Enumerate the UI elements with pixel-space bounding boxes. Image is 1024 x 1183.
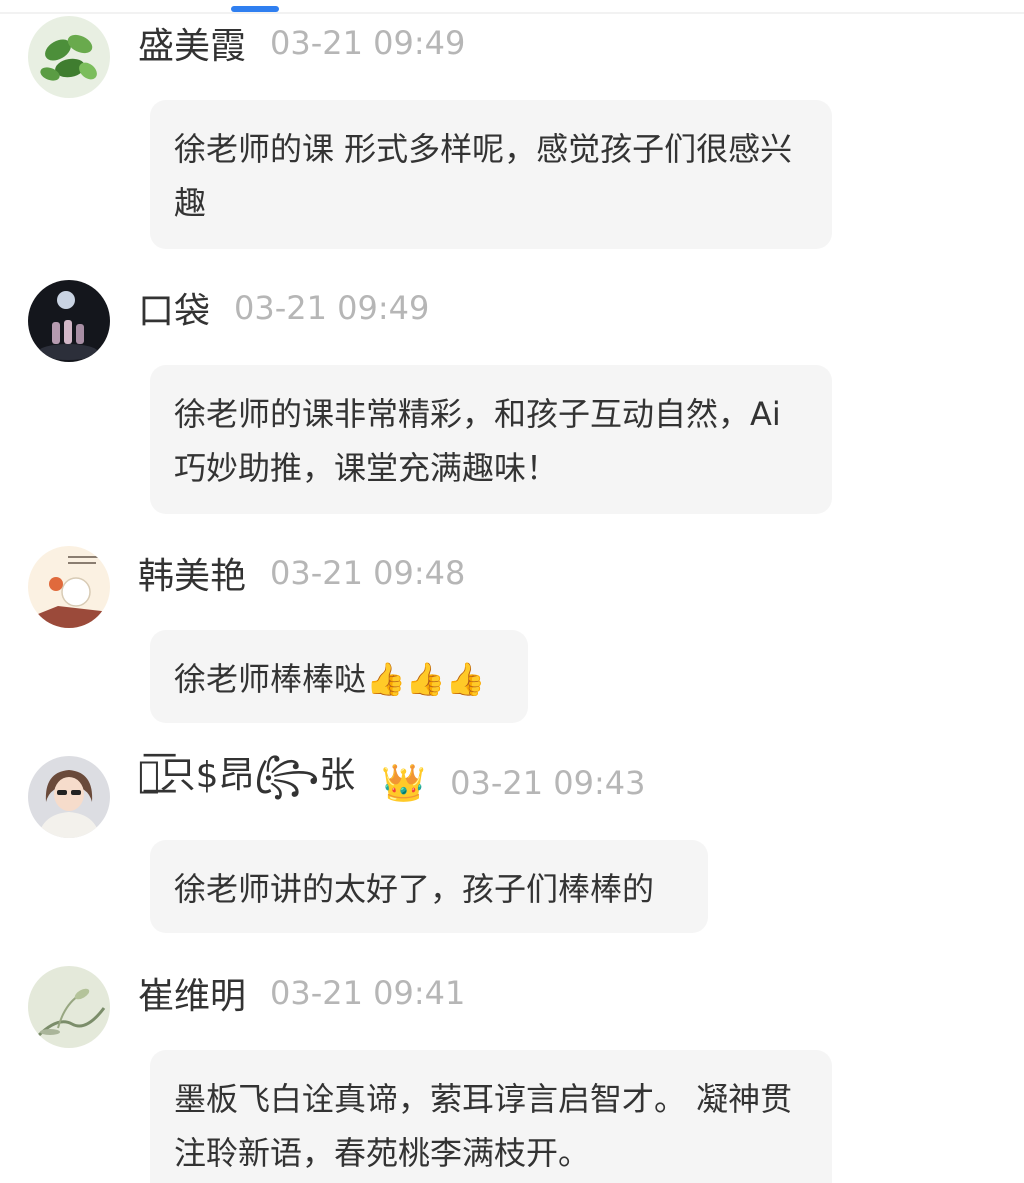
comment-author[interactable]: 盛美霞	[138, 17, 246, 69]
comment-time: 03-21 09:49	[234, 289, 430, 327]
comment-text: 徐老师讲的太好了，孩子们棒棒的	[174, 870, 655, 908]
comment-author[interactable]: ꦿ͟͟͞只$昂꧂ꦿ张	[138, 746, 355, 820]
avatar[interactable]	[28, 966, 110, 1048]
comment-time: 03-21 09:43	[450, 764, 646, 802]
crown-icon: 👑	[381, 763, 427, 804]
comment-time: 03-21 09:49	[270, 24, 466, 62]
comment-text: 徐老师的课非常精彩，和孩子互动自然，Ai巧妙助推，课堂充满趣味！	[174, 395, 781, 487]
comment-text: 墨板飞白诠真谛，萦耳谆言启智才。 凝神贯注聆新语，春苑桃李满枝开。	[174, 1080, 793, 1172]
comment-bubble: 徐老师的课非常精彩，和孩子互动自然，Ai巧妙助推，课堂充满趣味！	[150, 365, 832, 514]
comment-bubble: 墨板飞白诠真谛，萦耳谆言启智才。 凝神贯注聆新语，春苑桃李满枝开。	[150, 1050, 832, 1183]
comment-time: 03-21 09:41	[270, 974, 466, 1012]
comment-bubble: 徐老师讲的太好了，孩子们棒棒的	[150, 840, 708, 933]
avatar[interactable]	[28, 280, 110, 362]
avatar[interactable]	[28, 16, 110, 98]
comment-text: 徐老师棒棒哒👍👍👍	[174, 660, 486, 698]
comment-time: 03-21 09:48	[270, 554, 466, 592]
comment-author[interactable]: 崔维明	[138, 967, 246, 1019]
comment-bubble: 徐老师的课 形式多样呢，感觉孩子们很感兴趣	[150, 100, 832, 249]
comment-text: 徐老师的课 形式多样呢，感觉孩子们很感兴趣	[174, 130, 793, 222]
avatar[interactable]	[28, 546, 110, 628]
avatar[interactable]	[28, 756, 110, 838]
divider	[0, 12, 1024, 14]
comment-author[interactable]: 韩美艳	[138, 547, 246, 599]
comment-author[interactable]: 口袋	[138, 282, 210, 334]
comment-bubble: 徐老师棒棒哒👍👍👍	[150, 630, 528, 723]
